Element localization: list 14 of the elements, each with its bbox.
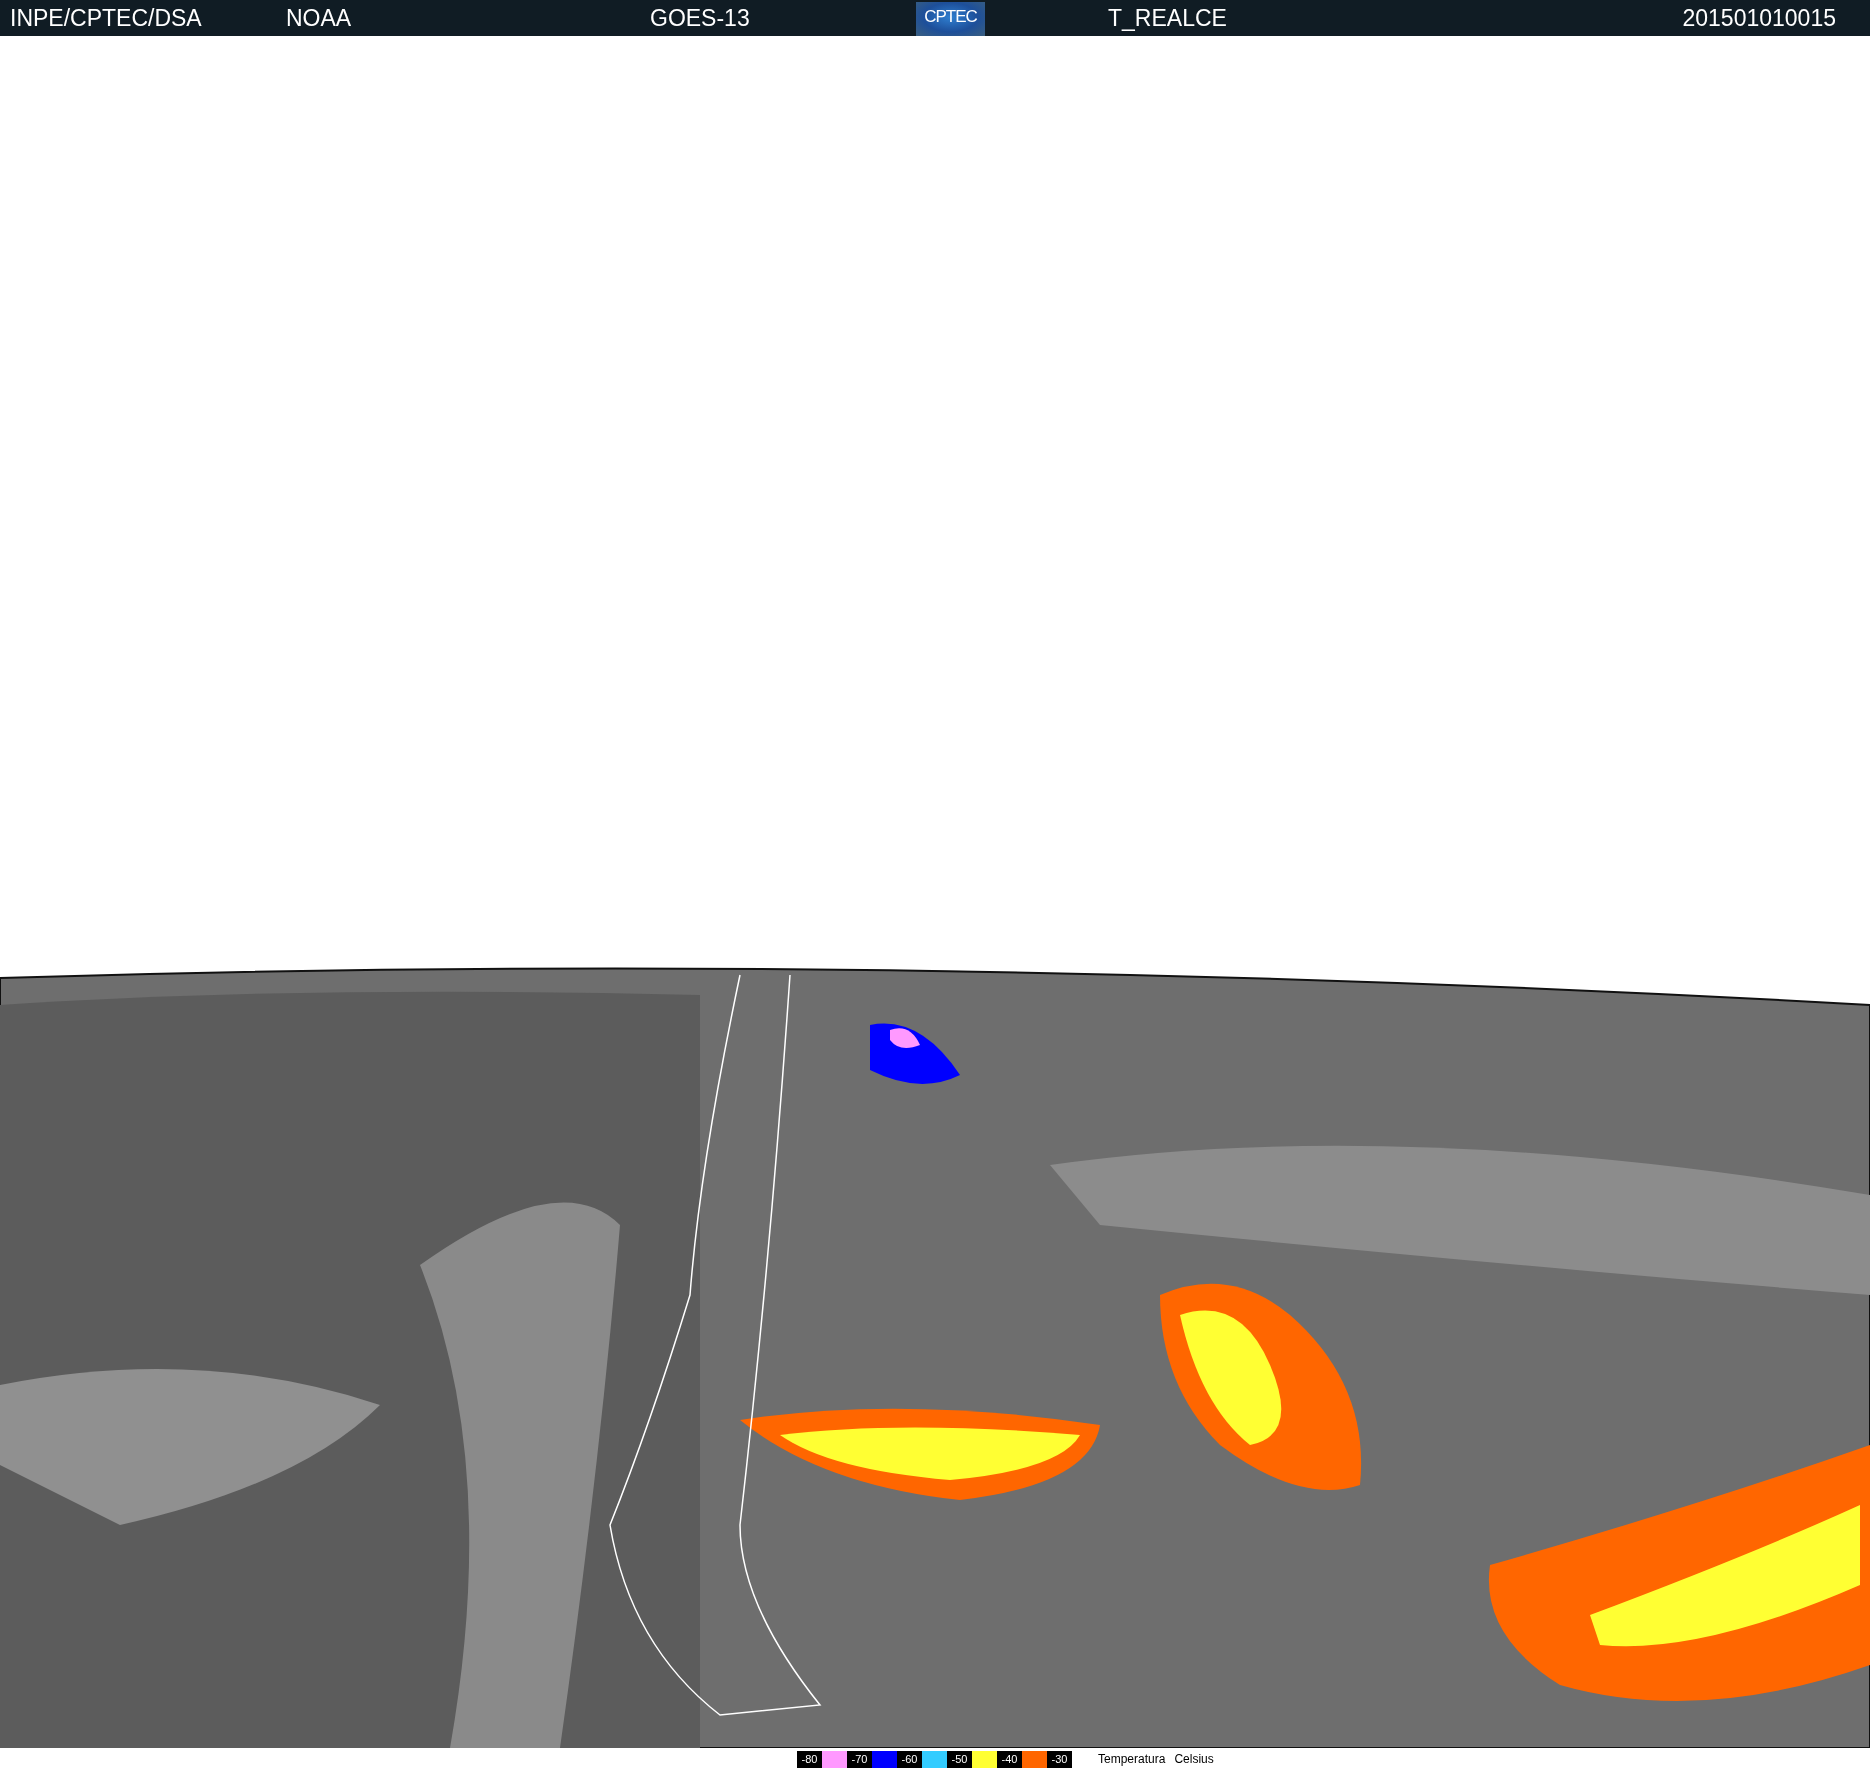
legend-label: -70	[847, 1750, 872, 1768]
legend-label: -30	[1047, 1750, 1072, 1768]
legend-label: -80	[797, 1750, 822, 1768]
source-label: INPE/CPTEC/DSA	[10, 4, 203, 32]
legend-label: -40	[997, 1750, 1022, 1768]
timestamp: 201501010015	[1682, 4, 1836, 32]
legend-label: -60	[897, 1750, 922, 1768]
agency-label: NOAA	[286, 4, 353, 32]
legend-caption: Temperatura	[1098, 1752, 1166, 1766]
logo: CPTEC	[916, 1, 985, 36]
legend-label: -50	[947, 1750, 972, 1768]
product-label: T_REALCE	[1108, 4, 1228, 32]
legend-caption: Celsius	[1174, 1752, 1214, 1766]
satellite-label: GOES-13	[650, 4, 751, 32]
